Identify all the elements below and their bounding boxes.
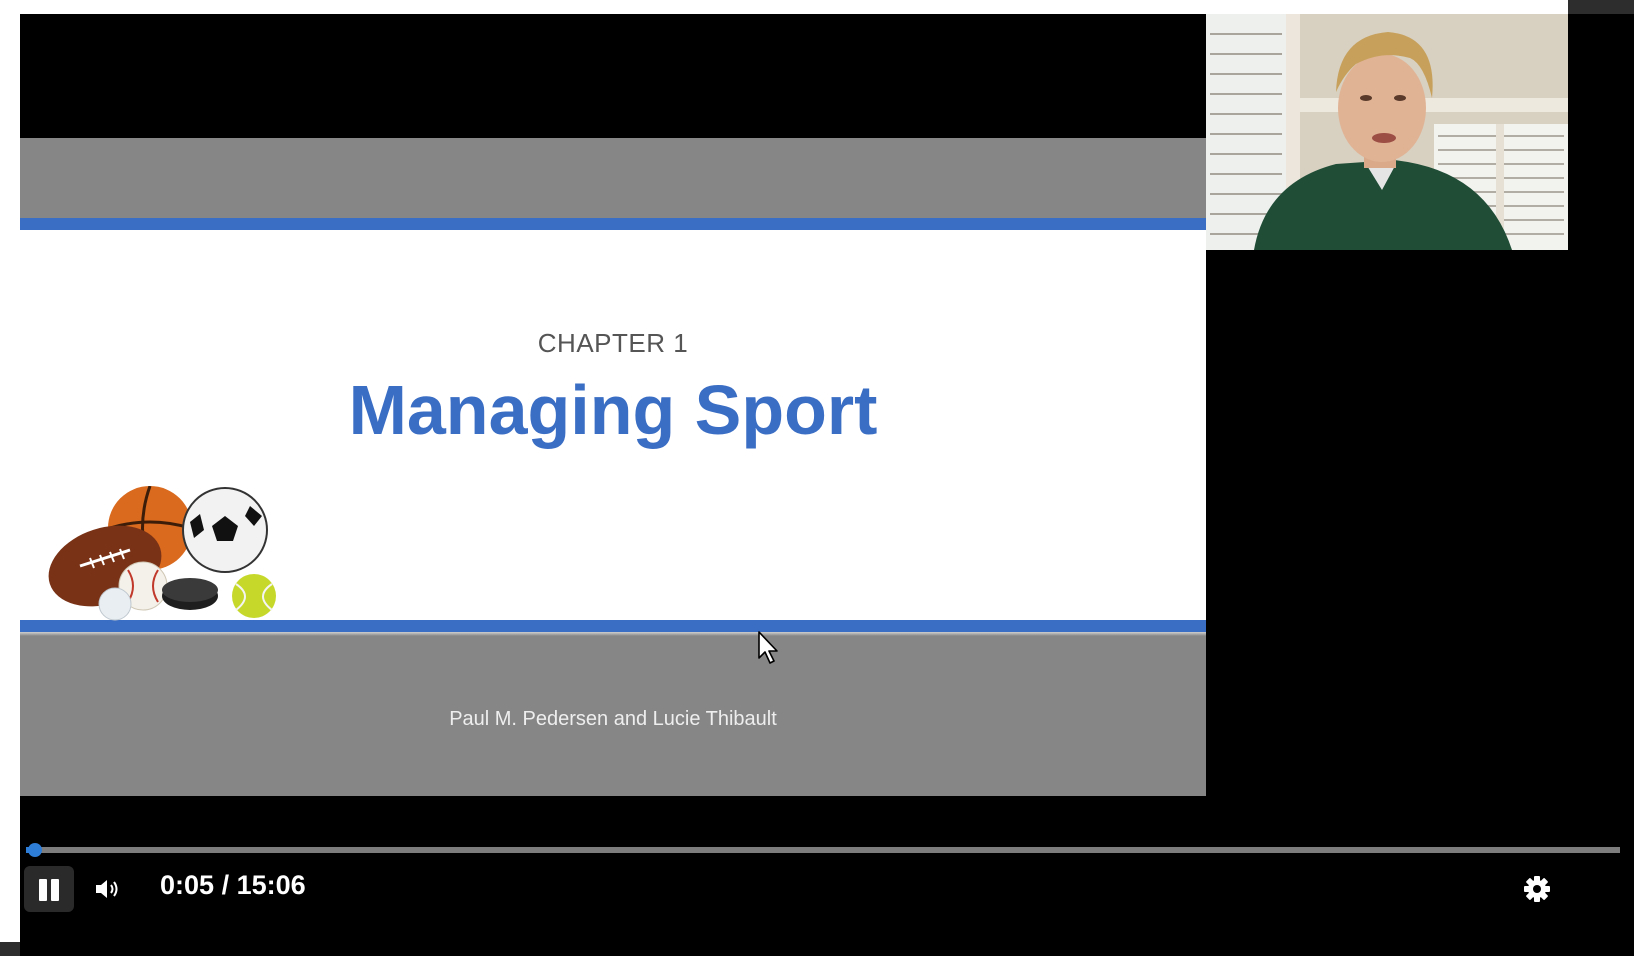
time-display: 0:05 / 15:06	[160, 870, 306, 901]
slide-chapter-label: CHAPTER 1	[537, 328, 689, 358]
slide-title: Managing Sport	[348, 371, 878, 449]
slide-rule-shadow	[20, 632, 1206, 636]
sports-balls-image	[48, 486, 276, 621]
gear-icon[interactable]	[1520, 872, 1554, 906]
duration: 15:06	[236, 870, 306, 900]
mouse-cursor-icon	[758, 631, 778, 664]
presenter-webcam	[1206, 14, 1568, 250]
slide-authors: Paul M. Pedersen and Lucie Thibault	[449, 708, 777, 730]
time-separator: /	[221, 870, 230, 900]
progress-bar[interactable]	[26, 843, 1620, 857]
video-player[interactable]: CHAPTER 1 Managing Sport Paul M. Pederse…	[20, 14, 1634, 956]
volume-icon[interactable]	[90, 872, 124, 906]
presentation-slide: CHAPTER 1 Managing Sport Paul M. Pederse…	[20, 138, 1206, 796]
progress-handle[interactable]	[27, 843, 42, 857]
current-time: 0:05	[160, 870, 215, 900]
pause-button[interactable]	[24, 866, 74, 912]
